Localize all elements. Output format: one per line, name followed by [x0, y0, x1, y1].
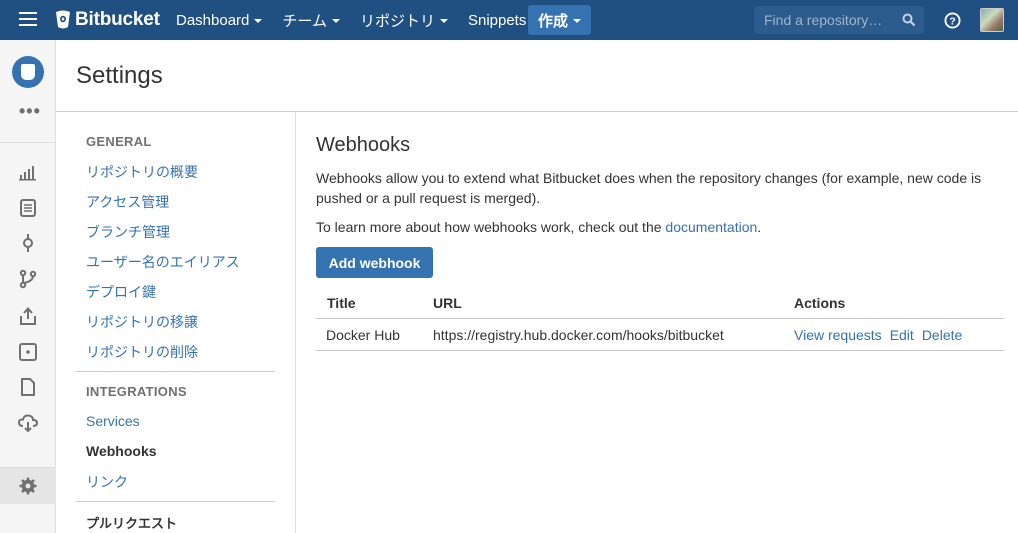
- chevron-down-icon: [573, 18, 581, 23]
- search-input[interactable]: [754, 6, 894, 34]
- column-header-title: Title: [327, 295, 356, 311]
- header-divider: [56, 111, 1018, 112]
- settings-nav-repo-details[interactable]: リポジトリの概要: [86, 162, 198, 182]
- learn-more-suffix: .: [757, 219, 762, 235]
- brand-name: Bitbucket: [75, 9, 160, 30]
- bitbucket-bucket-icon: [56, 10, 70, 29]
- chevron-down-icon: [254, 18, 263, 23]
- webhook-title: Docker Hub: [326, 327, 400, 343]
- source-icon[interactable]: [18, 198, 38, 218]
- create-button[interactable]: 作成: [528, 5, 591, 35]
- settings-nav-services[interactable]: Services: [86, 413, 140, 429]
- create-button-label: 作成: [537, 12, 568, 30]
- webhooks-description: Webhooks allow you to extend what Bitbuc…: [316, 170, 982, 206]
- table-row-divider: [316, 350, 1004, 351]
- nav-dashboard[interactable]: Dashboard: [176, 11, 263, 29]
- webhook-actions: View requests Edit Delete: [794, 327, 970, 343]
- section-title: Webhooks: [316, 134, 411, 156]
- settings-nav-branch-management[interactable]: ブランチ管理: [86, 222, 170, 242]
- more-icon[interactable]: •••: [19, 102, 41, 120]
- add-webhook-button[interactable]: Add webhook: [316, 247, 433, 278]
- documentation-link[interactable]: documentation: [665, 219, 757, 235]
- user-avatar[interactable]: [980, 8, 1004, 32]
- gear-icon: [19, 477, 37, 495]
- overview-icon[interactable]: [18, 162, 38, 182]
- bitbucket-logo[interactable]: Bitbucket: [55, 9, 160, 31]
- chevron-down-icon: [439, 18, 448, 23]
- deployments-icon[interactable]: [18, 413, 38, 433]
- pull-requests-icon[interactable]: [18, 306, 38, 326]
- nav-dashboard-label: Dashboard: [176, 11, 250, 29]
- settings-nav-access-management[interactable]: アクセス管理: [86, 192, 169, 212]
- hamburger-menu-icon[interactable]: [19, 12, 37, 28]
- downloads-icon[interactable]: [18, 377, 38, 397]
- nav-heading-general: GENERAL: [86, 134, 152, 149]
- pipelines-icon[interactable]: [18, 342, 38, 362]
- top-navigation-bar: Bitbucket Dashboard チーム リポジトリ Snippets 作…: [0, 0, 1018, 40]
- search-icon[interactable]: [902, 13, 916, 27]
- column-header-url: URL: [433, 295, 462, 311]
- settings-nav-deploy-keys[interactable]: デプロイ鍵: [86, 282, 156, 302]
- settings-nav-divider: [76, 371, 275, 372]
- settings-nav-delete-repo[interactable]: リポジトリの削除: [86, 342, 198, 362]
- edit-link[interactable]: Edit: [890, 327, 914, 343]
- svg-text:?: ?: [949, 16, 955, 27]
- view-requests-link[interactable]: View requests: [794, 327, 882, 343]
- nav-repositories[interactable]: リポジトリ: [360, 10, 448, 31]
- branches-icon[interactable]: [18, 269, 38, 289]
- commits-icon[interactable]: [18, 233, 38, 253]
- nav-heading-integrations: INTEGRATIONS: [86, 384, 187, 399]
- settings-nav-username-aliases[interactable]: ユーザー名のエイリアス: [86, 252, 240, 272]
- nav-snippets-label: Snippets: [467, 11, 527, 29]
- column-header-actions: Actions: [794, 295, 846, 311]
- settings-nav-divider: [76, 501, 275, 502]
- main-nav: Dashboard チーム リポジトリ Snippets: [176, 0, 559, 40]
- settings-nav-border: [295, 112, 296, 533]
- settings-nav-transfer-repo[interactable]: リポジトリの移譲: [86, 312, 198, 332]
- nav-repositories-label: リポジトリ: [359, 12, 435, 30]
- webhook-url: https://registry.hub.docker.com/hooks/bi…: [433, 327, 724, 343]
- chevron-down-icon: [331, 18, 340, 23]
- learn-more-prefix: To learn more about how webhooks work, c…: [316, 219, 666, 235]
- delete-link[interactable]: Delete: [922, 327, 962, 343]
- repository-sidebar: •••: [0, 40, 56, 533]
- nav-heading-pull-requests: プルリクエスト: [86, 516, 178, 531]
- help-icon[interactable]: ?: [944, 12, 961, 29]
- sidebar-item-settings[interactable]: [0, 468, 56, 504]
- settings-nav-links[interactable]: リンク: [86, 472, 128, 492]
- settings-nav-webhooks[interactable]: Webhooks: [86, 443, 157, 459]
- table-header-divider: [316, 318, 1004, 319]
- nav-teams[interactable]: チーム: [282, 10, 340, 31]
- sidebar-divider: [0, 142, 56, 143]
- repository-search: [754, 6, 924, 34]
- page-title: Settings: [76, 62, 163, 89]
- nav-teams-label: チーム: [282, 12, 327, 30]
- repository-avatar[interactable]: [12, 56, 44, 88]
- learn-more-text: To learn more about how webhooks work, c…: [316, 219, 761, 235]
